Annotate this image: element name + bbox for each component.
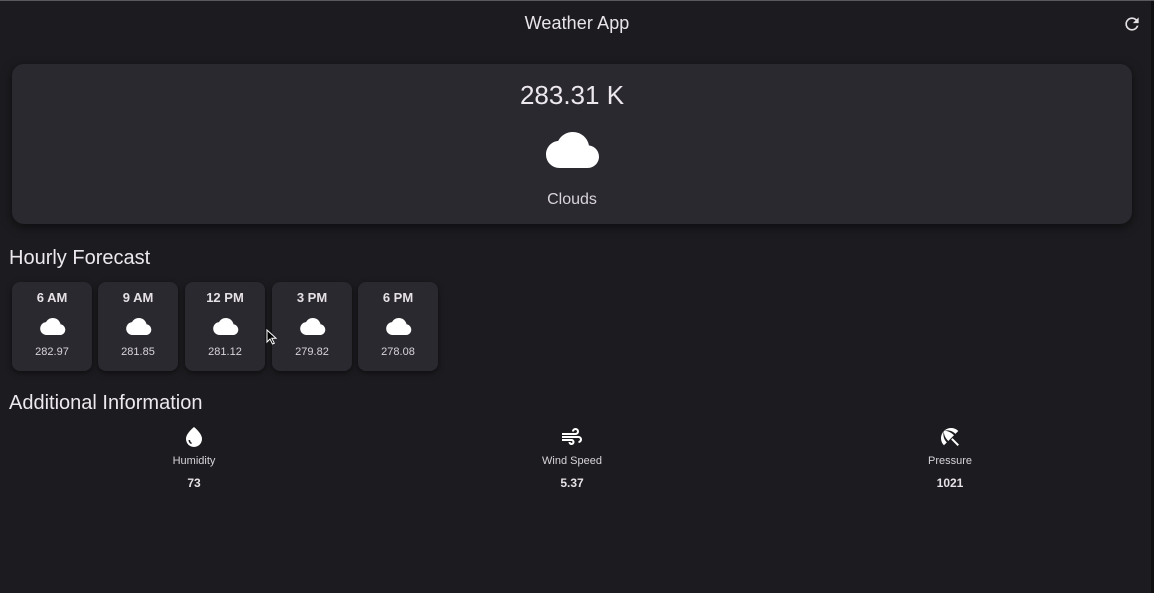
cloud-icon xyxy=(546,132,599,168)
cloud-icon xyxy=(213,317,239,335)
info-value: 73 xyxy=(187,476,201,490)
forecast-temperature: 281.12 xyxy=(208,346,242,358)
forecast-temperature: 278.08 xyxy=(381,346,415,358)
hourly-forecast-card: 9 AM 281.85 xyxy=(98,282,178,371)
mouse-cursor-icon xyxy=(266,329,277,345)
app-title: Weather App xyxy=(524,13,630,33)
forecast-temperature: 279.82 xyxy=(295,346,329,358)
cloud-icon xyxy=(386,317,412,335)
info-value: 1021 xyxy=(936,476,964,490)
additional-information-heading: Additional Information xyxy=(9,392,203,414)
cloud-icon xyxy=(300,317,326,335)
forecast-time: 9 AM xyxy=(122,290,154,305)
cloud-icon xyxy=(40,317,66,335)
forecast-time: 12 PM xyxy=(206,290,244,305)
forecast-temperature: 281.85 xyxy=(121,346,155,358)
air-icon xyxy=(562,428,582,445)
beach-umbrella-icon xyxy=(941,428,959,446)
water-drop-icon xyxy=(186,427,202,447)
current-condition: Clouds xyxy=(547,191,597,208)
wind-speed-info: Wind Speed 5.37 xyxy=(492,425,652,490)
info-value: 5.37 xyxy=(560,476,584,490)
forecast-time: 3 PM xyxy=(296,290,328,305)
app-bar: Weather App xyxy=(0,1,1154,47)
pressure-info: Pressure 1021 xyxy=(870,425,1030,490)
hourly-forecast-card: 6 AM 282.97 xyxy=(12,282,92,371)
hourly-forecast-card: 6 PM 278.08 xyxy=(358,282,438,371)
refresh-icon[interactable] xyxy=(1122,14,1142,34)
forecast-time: 6 PM xyxy=(382,290,414,305)
weather-app: Weather App 283.31 K Clouds Hourly Forec… xyxy=(0,0,1154,593)
info-label: Wind Speed xyxy=(542,455,602,467)
forecast-time: 6 AM xyxy=(36,290,68,305)
humidity-info: Humidity 73 xyxy=(114,425,274,490)
info-label: Pressure xyxy=(927,455,973,467)
current-weather-card: 283.31 K Clouds xyxy=(12,64,1132,224)
info-label: Humidity xyxy=(172,455,216,467)
hourly-forecast-card: 12 PM 281.12 xyxy=(185,282,265,371)
cloud-icon xyxy=(126,317,152,335)
hourly-forecast-card: 3 PM 279.82 xyxy=(272,282,352,371)
forecast-temperature: 282.97 xyxy=(35,346,69,358)
hourly-forecast-heading: Hourly Forecast xyxy=(9,247,151,269)
current-temperature: 283.31 K xyxy=(519,80,625,110)
